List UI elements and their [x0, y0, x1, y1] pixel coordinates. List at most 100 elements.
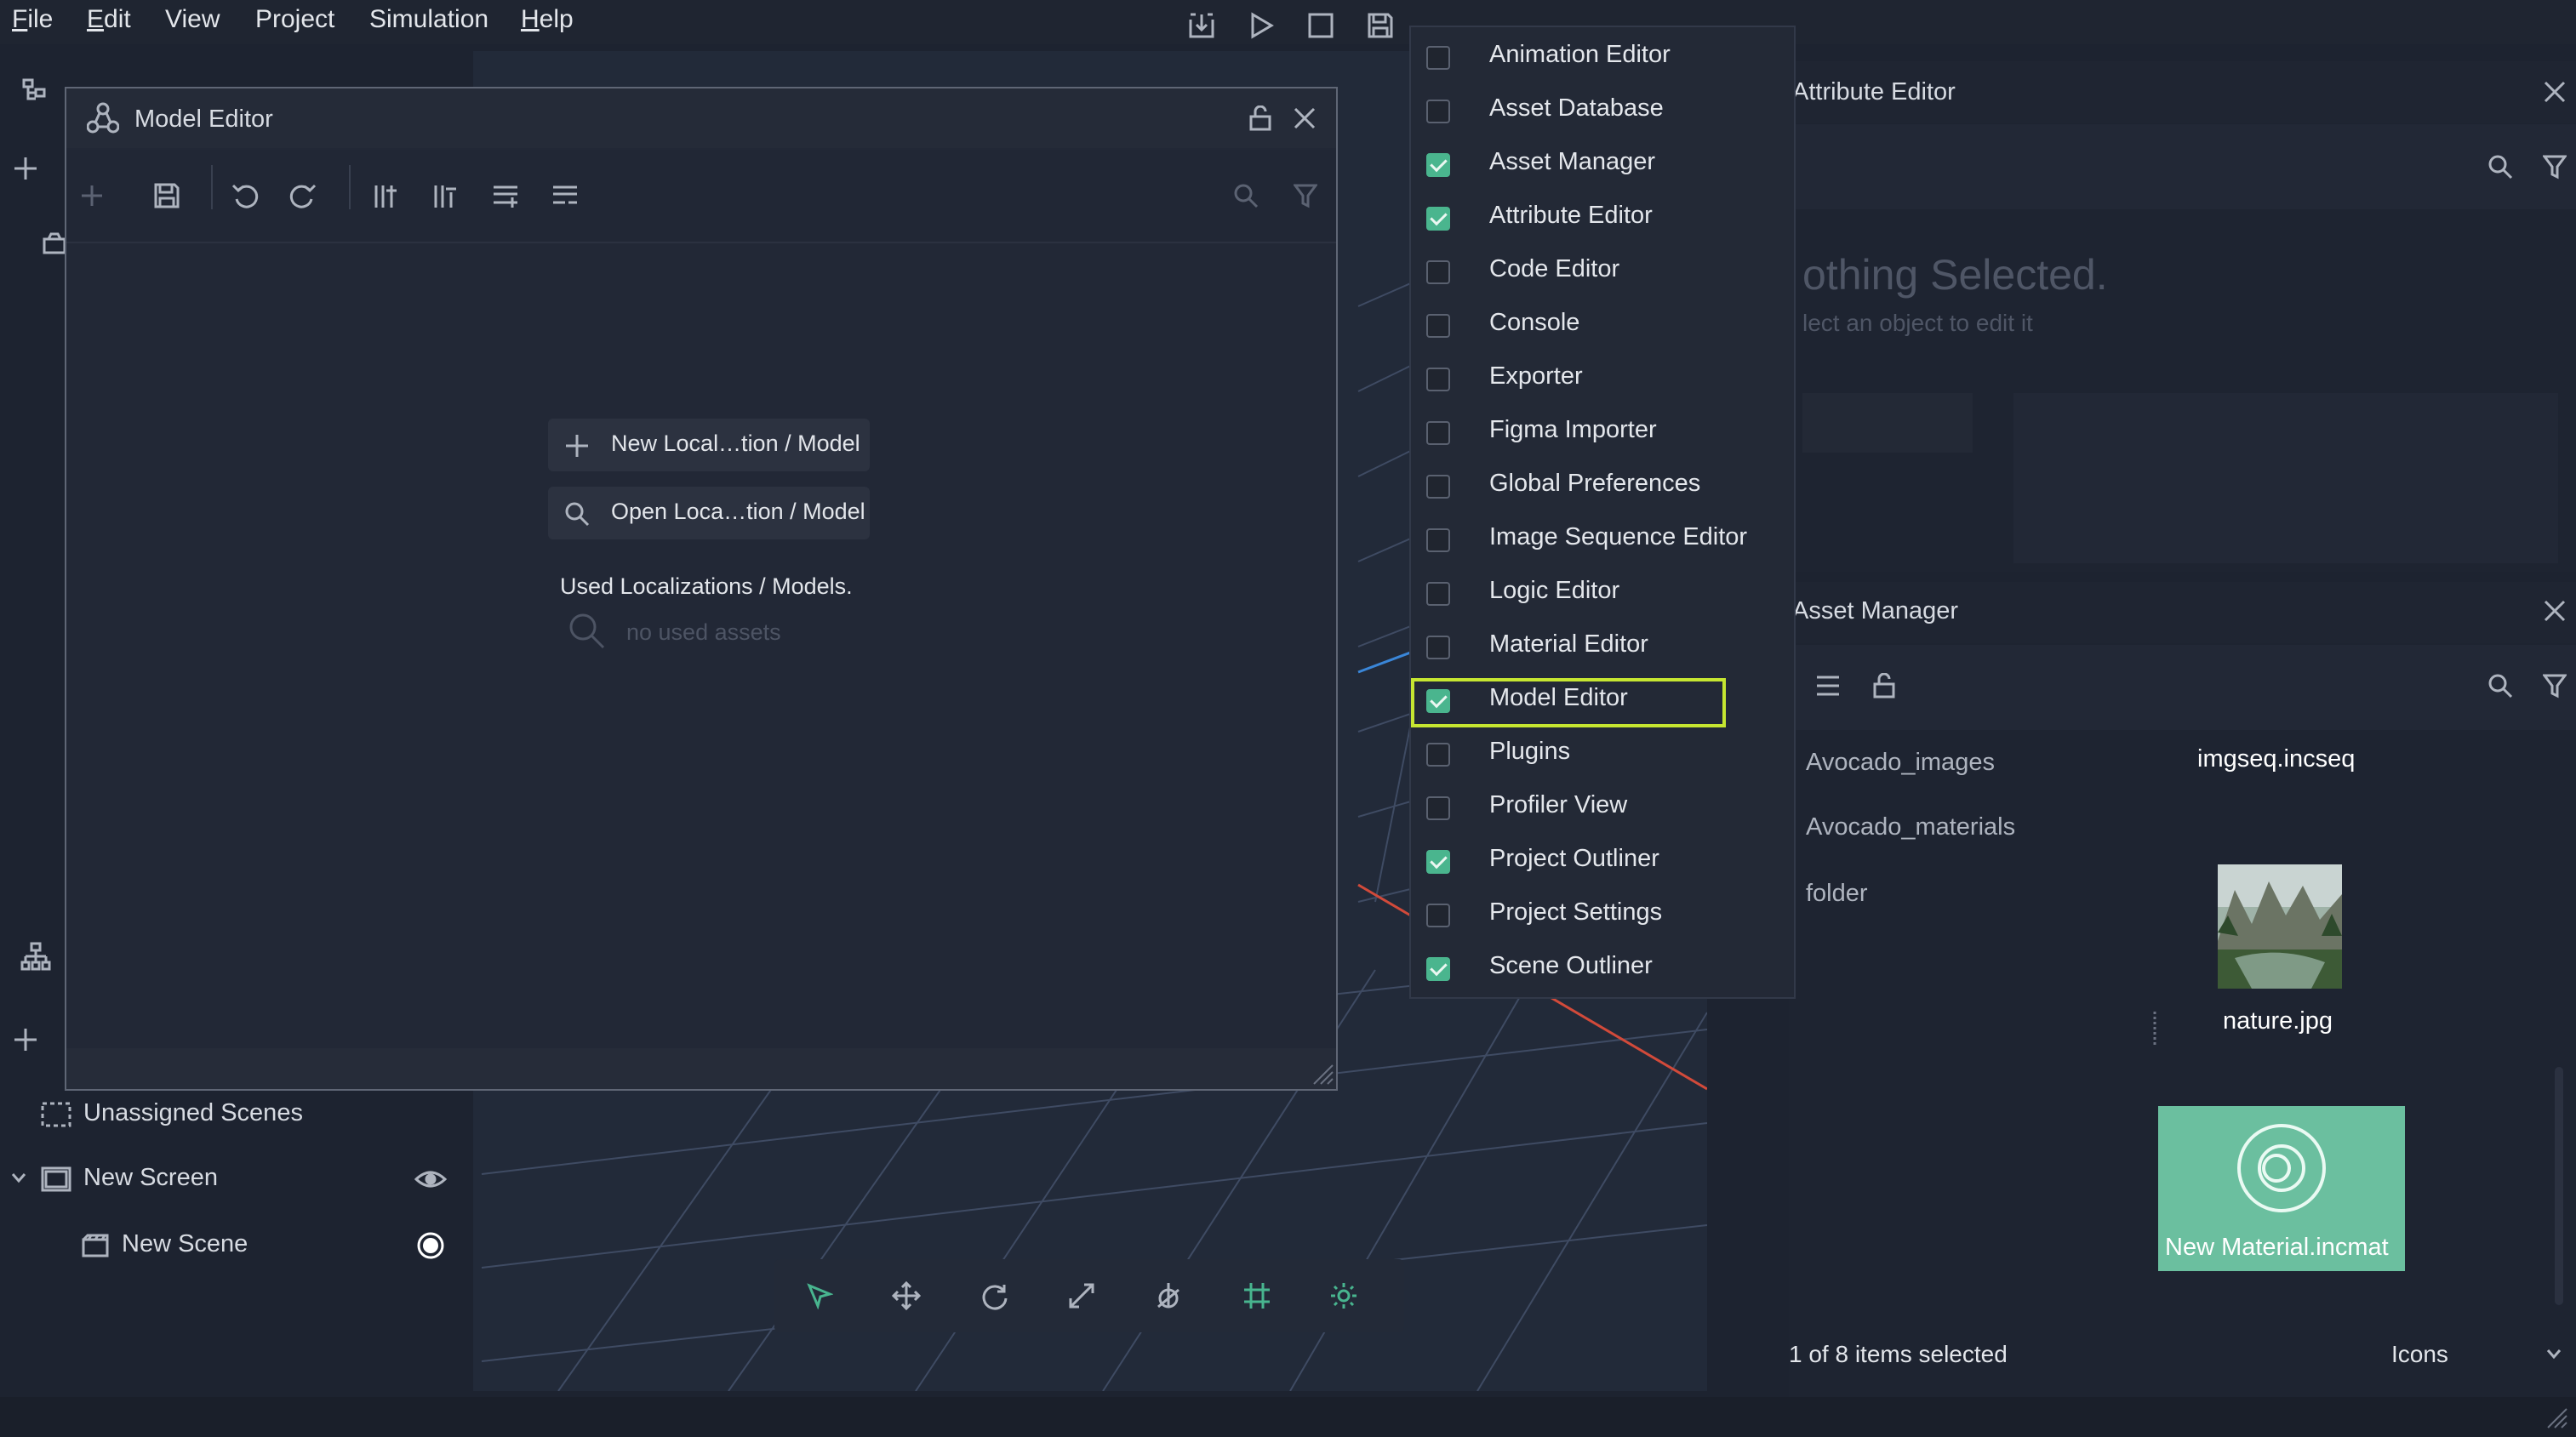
filter-icon[interactable] — [1288, 179, 1322, 213]
nature-thumbnail-image — [2218, 864, 2342, 989]
checkbox[interactable] — [1426, 314, 1450, 338]
save-icon[interactable] — [1363, 9, 1397, 43]
menu-file[interactable]: File — [12, 5, 53, 34]
checkbox[interactable] — [1426, 528, 1450, 552]
menu-item-global-preferences[interactable]: Global Preferences — [1411, 458, 1794, 511]
close-icon[interactable] — [2538, 75, 2572, 109]
add-icon[interactable] — [7, 150, 44, 187]
filter-icon[interactable] — [2538, 150, 2572, 184]
menu-project[interactable]: Project — [255, 5, 334, 34]
stop-icon[interactable] — [1304, 9, 1338, 43]
asset-item-nature[interactable]: nature.jpg — [2146, 863, 2393, 1050]
open-localization-model-button[interactable]: Open Loca…tion / Model — [548, 487, 870, 539]
list-view-icon[interactable] — [1811, 669, 1845, 703]
remove-row-icon[interactable] — [548, 179, 582, 213]
checkbox[interactable] — [1426, 475, 1450, 499]
list-item-new-scene[interactable]: New Scene — [0, 1218, 472, 1271]
menu-item-plugins[interactable]: Plugins — [1411, 726, 1794, 779]
add-row-icon[interactable] — [488, 179, 523, 213]
pivot-tool-icon[interactable] — [1149, 1276, 1188, 1315]
play-icon[interactable] — [1244, 9, 1278, 43]
asset-item-new-material[interactable]: New Material.incmat — [2158, 1106, 2405, 1271]
scale-tool-icon[interactable] — [1062, 1276, 1101, 1315]
checkbox-checked[interactable] — [1426, 957, 1450, 981]
checkbox[interactable] — [1426, 368, 1450, 391]
hierarchy-icon[interactable] — [17, 73, 51, 107]
folder-item[interactable]: Avocado_materials — [1806, 813, 2015, 841]
menu-item-asset-database[interactable]: Asset Database — [1411, 83, 1794, 136]
folder-item[interactable]: Avocado_images — [1806, 749, 1995, 777]
checkbox-checked[interactable] — [1426, 153, 1450, 177]
unlock-icon[interactable] — [1244, 102, 1277, 134]
select-tool-icon[interactable] — [800, 1276, 839, 1315]
vertical-scrollbar[interactable] — [2555, 1067, 2563, 1305]
undo-icon[interactable] — [228, 179, 262, 213]
new-localization-model-button[interactable]: New Local…tion / Model — [548, 419, 870, 471]
search-icon[interactable] — [2483, 669, 2517, 703]
menu-item-logic-editor[interactable]: Logic Editor — [1411, 565, 1794, 619]
save-icon[interactable] — [150, 179, 184, 213]
menu-item-figma-importer[interactable]: Figma Importer — [1411, 404, 1794, 458]
checkbox[interactable] — [1426, 100, 1450, 123]
move-tool-icon[interactable] — [887, 1276, 926, 1315]
checkbox[interactable] — [1426, 904, 1450, 927]
resize-grip-icon[interactable] — [2545, 1406, 2570, 1431]
search-icon[interactable] — [1229, 179, 1263, 213]
menu-item-material-editor[interactable]: Material Editor — [1411, 619, 1794, 672]
chevron-down-icon[interactable] — [7, 1166, 31, 1189]
menu-item-profiler-view[interactable]: Profiler View — [1411, 779, 1794, 833]
menu-view[interactable]: View — [165, 5, 220, 34]
add-column-icon[interactable] — [369, 179, 403, 213]
rotate-tool-icon[interactable] — [975, 1276, 1014, 1315]
menu-item-console[interactable]: Console — [1411, 297, 1794, 351]
model-editor-titlebar[interactable]: Model Editor — [66, 88, 1336, 148]
menu-simulation[interactable]: Simulation — [369, 5, 488, 34]
light-icon[interactable] — [1324, 1276, 1363, 1315]
menu-item-project-settings[interactable]: Project Settings — [1411, 887, 1794, 940]
chevron-down-icon[interactable] — [2541, 1341, 2567, 1366]
redo-icon[interactable] — [286, 179, 320, 213]
menu-item-image-sequence-editor[interactable]: Image Sequence Editor — [1411, 511, 1794, 565]
folder-item[interactable]: folder — [1806, 880, 1868, 908]
view-mode-select[interactable]: Icons — [2391, 1341, 2448, 1368]
list-item-unassigned-scenes[interactable]: Unassigned Scenes — [0, 1087, 472, 1140]
menu-item-attribute-editor[interactable]: Attribute Editor — [1411, 190, 1794, 243]
close-icon[interactable] — [2538, 594, 2572, 628]
menu-item-exporter[interactable]: Exporter — [1411, 351, 1794, 404]
menu-help[interactable]: Help — [521, 5, 574, 34]
menu-edit[interactable]: Edit — [87, 5, 131, 34]
checkbox[interactable] — [1426, 582, 1450, 606]
export-icon[interactable] — [1185, 9, 1219, 43]
splitter-handle-icon[interactable] — [2146, 1007, 2163, 1050]
add-icon[interactable] — [7, 1021, 44, 1058]
checkbox[interactable] — [1426, 636, 1450, 659]
unlock-icon[interactable] — [1867, 669, 1901, 703]
remove-column-icon[interactable] — [429, 179, 463, 213]
checkbox[interactable] — [1426, 421, 1450, 445]
menu-item-asset-manager[interactable]: Asset Manager — [1411, 136, 1794, 190]
checkbox[interactable] — [1426, 260, 1450, 284]
attribute-editor-panel: Attribute Editor othing Selected. lect a… — [1789, 61, 2576, 572]
filter-icon[interactable] — [2538, 669, 2572, 703]
snap-grid-icon[interactable] — [1237, 1276, 1277, 1315]
menu-item-scene-outliner[interactable]: Scene Outliner — [1411, 940, 1794, 994]
asset-manager-header: Asset Manager — [1789, 582, 2576, 643]
close-icon[interactable] — [1288, 102, 1321, 134]
scene-tree-icon[interactable] — [15, 936, 56, 977]
checkbox-checked[interactable] — [1426, 207, 1450, 231]
menu-item-animation-editor[interactable]: Animation Editor — [1411, 29, 1794, 83]
list-item-new-screen[interactable]: New Screen — [0, 1152, 472, 1205]
menu-item-project-outliner[interactable]: Project Outliner — [1411, 833, 1794, 887]
material-icon — [2231, 1118, 2332, 1218]
asset-item-imgseq[interactable]: imgseq.incseq — [2146, 735, 2393, 795]
search-icon[interactable] — [2483, 150, 2517, 184]
checkbox-checked[interactable] — [1426, 850, 1450, 874]
menu-item-code-editor[interactable]: Code Editor — [1411, 243, 1794, 297]
add-icon[interactable] — [75, 179, 109, 213]
checkbox[interactable] — [1426, 743, 1450, 767]
checkbox[interactable] — [1426, 46, 1450, 70]
resize-grip-icon[interactable] — [1311, 1062, 1336, 1087]
checkbox[interactable] — [1426, 796, 1450, 820]
eye-icon[interactable] — [412, 1164, 449, 1195]
active-radio-icon[interactable] — [414, 1229, 448, 1263]
